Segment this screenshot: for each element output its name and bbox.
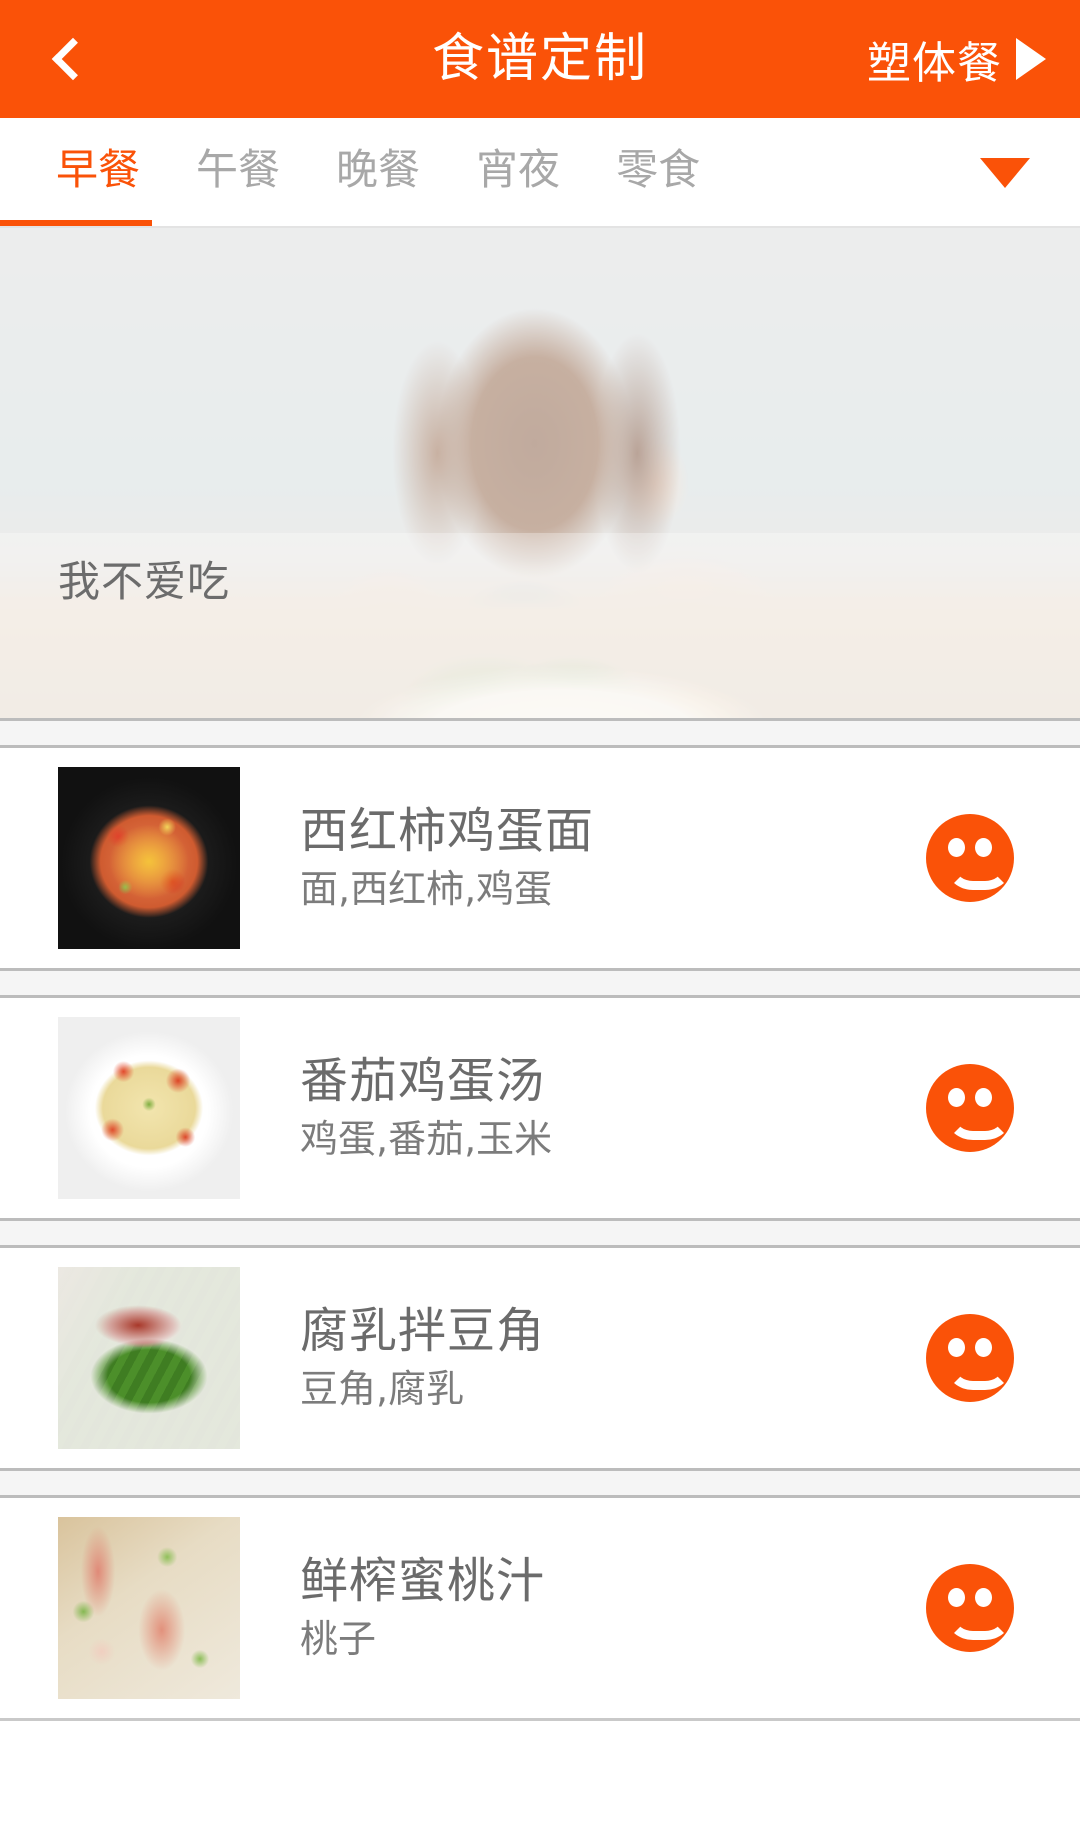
- food-info: 番茄鸡蛋汤 鸡蛋,番茄,玉米: [240, 1052, 926, 1162]
- food-name: 鲜榨蜜桃汁: [300, 1552, 546, 1609]
- tab-expand-button[interactable]: [960, 118, 1050, 228]
- list-item-divider: [0, 1468, 1080, 1498]
- tab-snack[interactable]: 零食: [588, 118, 728, 228]
- food-name: 西红柿鸡蛋面: [300, 802, 595, 859]
- food-info: 西红柿鸡蛋面 面,西红柿,鸡蛋: [240, 802, 926, 912]
- triangle-down-icon: [980, 158, 1030, 188]
- food-ingredients: 鸡蛋,番茄,玉米: [300, 1117, 553, 1162]
- chevron-left-icon: [51, 37, 95, 81]
- smiley-mouth: [947, 1605, 1011, 1640]
- meal-plan-label: 塑体餐: [867, 38, 1002, 89]
- smiley-mouth: [947, 1105, 1011, 1140]
- food-name: 番茄鸡蛋汤: [300, 1052, 546, 1109]
- food-list: 西红柿鸡蛋面 面,西红柿,鸡蛋 番茄鸡蛋汤 鸡蛋,番茄,玉米 腐乳拌豆角 豆角,…: [0, 748, 1080, 1721]
- meal-plan-selector[interactable]: 塑体餐: [867, 27, 1046, 91]
- food-ingredients: 豆角,腐乳: [300, 1367, 465, 1412]
- smiley-mouth: [947, 855, 1011, 890]
- app-header: 食谱定制 塑体餐: [0, 0, 1080, 118]
- banner-caption: 我不爱吃: [58, 557, 231, 606]
- list-bottom-divider: [0, 1718, 1080, 1721]
- smiley-face-icon[interactable]: [926, 1314, 1014, 1402]
- food-ingredients: 面,西红柿,鸡蛋: [300, 867, 553, 912]
- tab-late-night[interactable]: 宵夜: [448, 118, 588, 228]
- tab-lunch[interactable]: 午餐: [168, 118, 308, 228]
- smiley-mouth: [947, 1355, 1011, 1390]
- list-item[interactable]: 腐乳拌豆角 豆角,腐乳: [0, 1248, 1080, 1468]
- list-item-divider: [0, 968, 1080, 998]
- food-info: 腐乳拌豆角 豆角,腐乳: [240, 1302, 926, 1412]
- section-divider: [0, 718, 1080, 748]
- food-thumbnail: [58, 1267, 240, 1449]
- food-thumbnail: [58, 767, 240, 949]
- list-item[interactable]: 番茄鸡蛋汤 鸡蛋,番茄,玉米: [0, 998, 1080, 1218]
- list-item-divider: [0, 1218, 1080, 1248]
- dislike-banner[interactable]: 我不爱吃: [0, 228, 1080, 718]
- smiley-face-icon[interactable]: [926, 814, 1014, 902]
- recipe-customization-screen: 食谱定制 塑体餐 早餐 午餐 晚餐 宵夜 零食 我不爱吃 西红柿鸡蛋面 面,西红…: [0, 0, 1080, 1845]
- food-ingredients: 桃子: [300, 1617, 377, 1662]
- tab-breakfast[interactable]: 早餐: [28, 118, 168, 228]
- food-thumbnail: [58, 1517, 240, 1699]
- food-name: 腐乳拌豆角: [300, 1302, 546, 1359]
- tab-dinner[interactable]: 晚餐: [308, 118, 448, 228]
- triangle-right-icon: [1016, 38, 1046, 80]
- back-button[interactable]: [48, 14, 118, 104]
- food-info: 鲜榨蜜桃汁 桃子: [240, 1552, 926, 1662]
- list-item[interactable]: 西红柿鸡蛋面 面,西红柿,鸡蛋: [0, 748, 1080, 968]
- food-thumbnail: [58, 1017, 240, 1199]
- smiley-face-icon[interactable]: [926, 1064, 1014, 1152]
- list-item[interactable]: 鲜榨蜜桃汁 桃子: [0, 1498, 1080, 1718]
- smiley-face-icon[interactable]: [926, 1564, 1014, 1652]
- meal-tab-bar: 早餐 午餐 晚餐 宵夜 零食: [0, 118, 1080, 228]
- food-thumbnail-overlay: [58, 1267, 240, 1449]
